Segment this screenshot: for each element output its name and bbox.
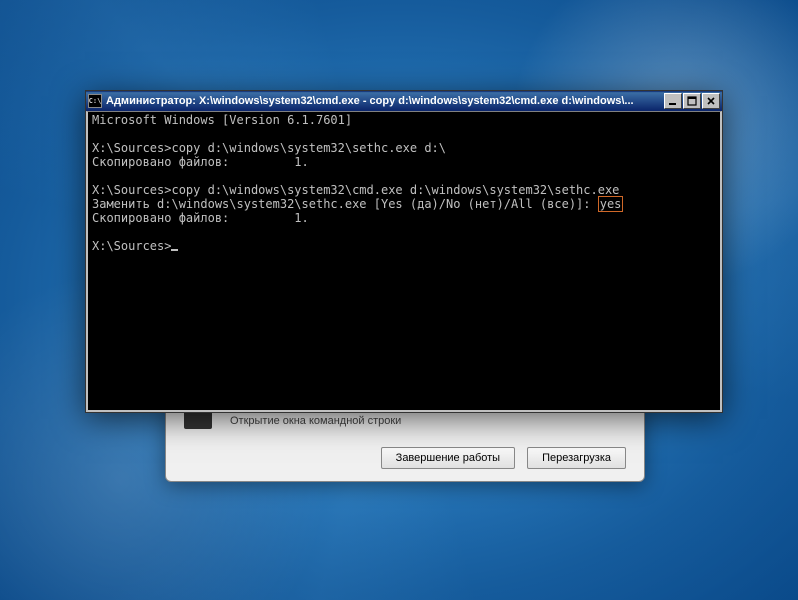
maximize-button[interactable] <box>683 93 701 109</box>
output-line: Microsoft Windows [Version 6.1.7601] <box>92 113 352 127</box>
output-line: Скопировано файлов: 1. <box>92 211 309 225</box>
cmd-icon <box>88 94 102 108</box>
window-controls <box>663 93 720 109</box>
titlebar[interactable]: Администратор: X:\windows\system32\cmd.e… <box>86 91 722 111</box>
close-button[interactable] <box>702 93 720 109</box>
output-line: X:\Sources>copy d:\windows\system32\seth… <box>92 141 446 155</box>
terminal-output[interactable]: Microsoft Windows [Version 6.1.7601] X:\… <box>86 111 722 412</box>
user-response-highlight: yes <box>598 196 624 212</box>
window-title: Администратор: X:\windows\system32\cmd.e… <box>106 95 663 107</box>
output-line: Заменить d:\windows\system32\sethc.exe [… <box>92 197 598 211</box>
output-line: Скопировано файлов: 1. <box>92 155 309 169</box>
dialog-caption: Открытие окна командной строки <box>230 415 630 427</box>
cursor <box>171 249 178 251</box>
cmd-window: Администратор: X:\windows\system32\cmd.e… <box>85 90 723 413</box>
dialog-button-row: Завершение работы Перезагрузка <box>381 447 626 469</box>
shutdown-button[interactable]: Завершение работы <box>381 447 515 469</box>
restart-button[interactable]: Перезагрузка <box>527 447 626 469</box>
minimize-button[interactable] <box>664 93 682 109</box>
output-line: X:\Sources>copy d:\windows\system32\cmd.… <box>92 183 619 197</box>
prompt-line: X:\Sources> <box>92 239 171 253</box>
